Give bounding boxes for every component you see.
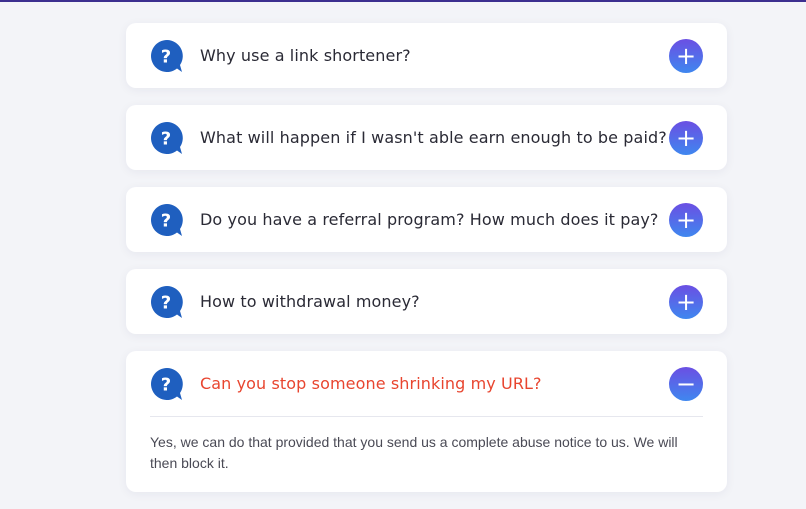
question-bubble-icon: ?: [151, 121, 183, 154]
expand-plus-icon[interactable]: +: [669, 284, 703, 319]
faq-question-header[interactable]: ? What will happen if I wasn't able earn…: [126, 105, 727, 170]
question-bubble-icon: ?: [151, 367, 183, 400]
question-bubble-icon: ?: [151, 285, 183, 318]
expand-plus-icon[interactable]: +: [669, 120, 703, 155]
faq-item: ? How to withdrawal money? +: [126, 269, 727, 334]
top-border: [0, 0, 806, 2]
svg-text:?: ?: [161, 128, 171, 149]
faq-question-header[interactable]: ? Do you have a referral program? How mu…: [126, 187, 727, 252]
faq-item: ? What will happen if I wasn't able earn…: [126, 105, 727, 170]
expand-plus-icon[interactable]: +: [669, 38, 703, 73]
faq-question-header[interactable]: ? How to withdrawal money? +: [126, 269, 727, 334]
svg-text:?: ?: [161, 374, 171, 395]
svg-text:?: ?: [161, 292, 171, 313]
question-bubble-icon: ?: [151, 203, 183, 236]
collapse-minus-icon[interactable]: −: [669, 366, 703, 401]
faq-question-header[interactable]: ? Why use a link shortener? +: [126, 23, 727, 88]
svg-text:?: ?: [161, 210, 171, 231]
faq-answer-text: Yes, we can do that provided that you se…: [150, 434, 678, 471]
faq-question-text: Do you have a referral program? How much…: [200, 210, 659, 229]
svg-text:?: ?: [161, 46, 171, 67]
faq-item-open: ? Can you stop someone shrinking my URL?…: [126, 351, 727, 492]
faq-question-text: How to withdrawal money?: [200, 292, 420, 311]
faq-question-text: Why use a link shortener?: [200, 46, 411, 65]
expand-plus-icon[interactable]: +: [669, 202, 703, 237]
faq-list: ? Why use a link shortener? + ? What wil…: [126, 23, 727, 509]
faq-question-text: Can you stop someone shrinking my URL?: [200, 374, 542, 393]
faq-question-header[interactable]: ? Can you stop someone shrinking my URL?…: [126, 351, 727, 416]
question-bubble-icon: ?: [151, 39, 183, 72]
faq-item: ? Do you have a referral program? How mu…: [126, 187, 727, 252]
faq-question-text: What will happen if I wasn't able earn e…: [200, 128, 667, 147]
faq-item: ? Why use a link shortener? +: [126, 23, 727, 88]
